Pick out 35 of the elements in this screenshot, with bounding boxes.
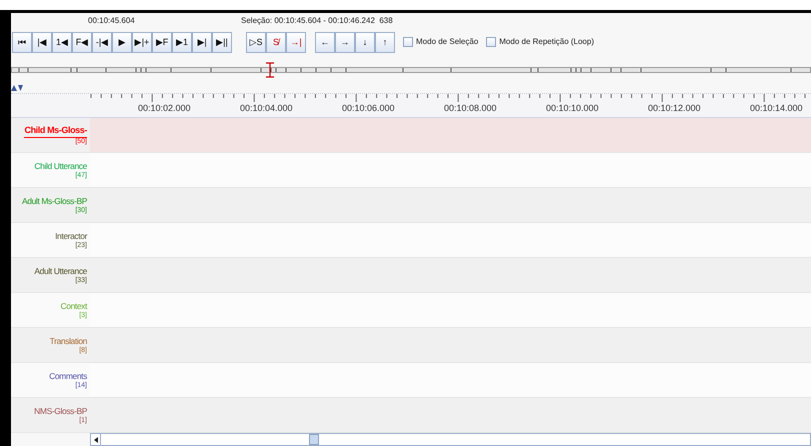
toolbar-button[interactable]: ↓ [355, 32, 375, 52]
ruler-label: 00:10:04.000 [240, 102, 293, 115]
toolbar-button[interactable]: ↑ [375, 32, 395, 52]
selection-info: Seleção: 00:10:45.604 - 00:10:46.242 638 [241, 15, 393, 27]
checkbox[interactable] [403, 37, 413, 47]
checkbox[interactable] [486, 37, 496, 47]
checkbox-label: Modo de Repetição (Loop) [499, 36, 594, 48]
toolbar-button[interactable]: ▶1 [172, 32, 192, 52]
toolbar-button[interactable]: |◀ [32, 32, 52, 52]
ruler-label: 00:10:10.000 [546, 102, 599, 115]
playhead-marker[interactable] [266, 62, 274, 78]
ruler-label: 00:10:14.000 [750, 102, 803, 115]
toolbar-button[interactable]: ▶| [192, 32, 212, 52]
toolbar-button[interactable]: ▷S [246, 32, 266, 52]
ruler-label: 00:10:02.000 [138, 102, 191, 115]
horizontal-scrollbar[interactable] [90, 433, 811, 446]
toolbar-button[interactable]: ⏮ [12, 32, 32, 52]
checkbox-label: Modo de Seleção [416, 36, 478, 48]
toolbar-button[interactable]: S̸ [266, 32, 286, 52]
toolbar-button[interactable]: → [335, 32, 355, 52]
scroll-thumb[interactable] [309, 434, 319, 445]
toolbar-button[interactable]: ▶|+ [132, 32, 152, 52]
toolbar-button[interactable]: ▶|| [212, 32, 232, 52]
ruler-label: 00:10:12.000 [648, 102, 701, 115]
current-time: 00:10:45.604 [88, 15, 136, 27]
toolbar-button[interactable]: F◀ [72, 32, 92, 52]
toolbar-button[interactable]: ▶ [112, 32, 132, 52]
toolbar-button[interactable]: 1◀ [52, 32, 72, 52]
ruler-label: 00:10:08.000 [444, 102, 497, 115]
toolbar-button[interactable]: →| [286, 32, 306, 52]
scroll-arrows-icon[interactable] [11, 84, 23, 90]
toolbar-button[interactable]: -|◀ [92, 32, 112, 52]
toolbar-button[interactable]: ▶F [152, 32, 172, 52]
ruler-label: 00:10:06.000 [342, 102, 395, 115]
toolbar-button[interactable]: ← [315, 32, 335, 52]
